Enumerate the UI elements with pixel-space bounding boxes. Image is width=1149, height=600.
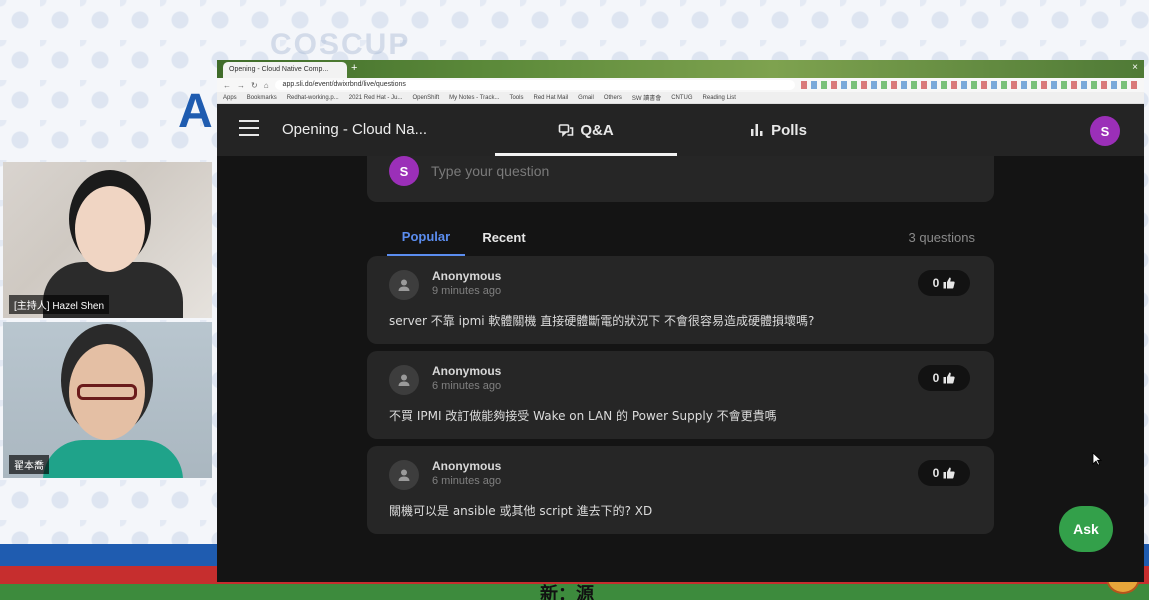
question-text: 不買 IPMI 改訂做能夠接受 Wake on LAN 的 Power Supp…: [389, 409, 777, 423]
bookmark-item[interactable]: Gmail: [578, 95, 594, 101]
bookmark-item[interactable]: Redhat-working.p...: [287, 95, 339, 101]
bookmark-item[interactable]: SW 讀書會: [632, 93, 661, 102]
question-author: Anonymous: [432, 269, 502, 283]
slide-letter: A: [178, 85, 213, 138]
ask-question-card: S: [367, 156, 994, 202]
question-text: server 不靠 ipmi 軟體關機 直接硬體斷電的狀況下 不會很容易造成硬體…: [389, 314, 815, 328]
tab-qa-label: Q&A: [580, 121, 614, 139]
bookmark-item[interactable]: OpenShift: [412, 95, 439, 101]
bookmark-item[interactable]: 2021 Red Hat - Ju...: [349, 95, 403, 101]
user-avatar[interactable]: S: [1090, 116, 1120, 146]
question-count: 3 questions: [908, 230, 976, 245]
browser-window: Opening - Cloud Native Comp... + × ← → ↻…: [217, 60, 1144, 582]
person-icon: [398, 279, 410, 291]
ask-button[interactable]: Ask: [1059, 506, 1113, 552]
person-icon: [398, 374, 410, 386]
browser-toolbar: ← → ↻ ⌂ app.sli.do/event/dwixrbnd/live/q…: [217, 78, 1144, 92]
address-bar[interactable]: app.sli.do/event/dwixrbnd/live/questions: [274, 80, 795, 90]
bookmarks-bar: Apps Bookmarks Redhat-working.p... 2021 Red…: [217, 92, 1144, 104]
question-time: 6 minutes ago: [432, 475, 502, 487]
back-icon[interactable]: ←: [223, 81, 231, 90]
bookmark-item[interactable]: Tools: [509, 95, 523, 101]
person-head: [75, 186, 145, 272]
anonymous-avatar: [389, 365, 419, 395]
like-count: 0: [932, 466, 940, 480]
bookmark-item[interactable]: Red Hat Mail: [533, 95, 568, 101]
browser-tab[interactable]: Opening - Cloud Native Comp...: [223, 62, 347, 78]
tab-popular[interactable]: Popular: [387, 218, 465, 256]
bookmark-item[interactable]: CNTUG: [671, 95, 692, 101]
coscup-watermark: COSCUP: [270, 28, 411, 61]
question-card: Anonymous 6 minutes ago 0 不買 IPMI 改訂做能夠接…: [367, 351, 994, 439]
bottom-caption: 新：源: [540, 584, 594, 600]
thumbs-up-icon: [943, 372, 955, 384]
glasses: [77, 384, 137, 400]
polls-bar-icon: [751, 124, 763, 136]
question-card: Anonymous 9 minutes ago 0 server 不靠 ipmi…: [367, 256, 994, 344]
reload-icon[interactable]: ↻: [251, 81, 258, 90]
person-icon: [398, 469, 410, 481]
question-tabs: Popular Recent 3 questions: [387, 218, 975, 256]
like-button[interactable]: 0: [918, 270, 970, 296]
ask-avatar: S: [389, 156, 419, 186]
browser-tabstrip: Opening - Cloud Native Comp... + ×: [217, 60, 1144, 78]
forward-icon[interactable]: →: [237, 81, 245, 90]
question-card: Anonymous 6 minutes ago 0 關機可以是 ansible …: [367, 446, 994, 534]
qa-chat-icon: [559, 124, 574, 137]
like-count: 0: [932, 371, 940, 385]
tab-qa[interactable]: Q&A: [495, 104, 677, 156]
new-tab-button[interactable]: +: [351, 62, 357, 74]
question-time: 6 minutes ago: [432, 380, 502, 392]
extension-icons[interactable]: [800, 81, 1138, 89]
bookmark-item[interactable]: My Notes - Track...: [449, 95, 499, 101]
mouse-cursor-icon: [1092, 452, 1102, 466]
question-input[interactable]: [431, 160, 971, 182]
menu-icon[interactable]: [239, 120, 259, 136]
qa-content: S Popular Recent 3 questions Anonymous 9…: [217, 156, 1144, 582]
thumbs-up-icon: [943, 277, 955, 289]
webcam-name-tag: 翟本喬: [9, 455, 49, 474]
question-author: Anonymous: [432, 364, 502, 378]
bookmark-item[interactable]: Bookmarks: [247, 95, 277, 101]
person-body: [43, 440, 183, 478]
webcam-speaker: 翟本喬: [3, 322, 212, 478]
event-title: Opening - Cloud Na...: [282, 121, 428, 138]
window-close-button[interactable]: ×: [1132, 62, 1138, 73]
like-button[interactable]: 0: [918, 460, 970, 486]
question-author: Anonymous: [432, 459, 502, 473]
anonymous-avatar: [389, 460, 419, 490]
app-bar: Opening - Cloud Na... Q&A Polls S: [217, 104, 1144, 156]
like-button[interactable]: 0: [918, 365, 970, 391]
question-text: 關機可以是 ansible 或其他 script 進去下的? XD: [389, 504, 653, 518]
thumbs-up-icon: [943, 467, 955, 479]
anonymous-avatar: [389, 270, 419, 300]
tab-polls[interactable]: Polls: [687, 104, 869, 156]
bookmark-item[interactable]: Apps: [223, 95, 237, 101]
bookmark-item[interactable]: Others: [604, 95, 622, 101]
tab-polls-label: Polls: [771, 121, 807, 139]
home-icon[interactable]: ⌂: [264, 81, 269, 90]
webcam-name-tag: [主持人] Hazel Shen: [9, 295, 110, 314]
tab-recent[interactable]: Recent: [479, 218, 529, 256]
like-count: 0: [932, 276, 940, 290]
webcam-host: [主持人] Hazel Shen: [3, 162, 212, 318]
question-time: 9 minutes ago: [432, 285, 502, 297]
bookmark-item[interactable]: Reading List: [703, 95, 736, 101]
